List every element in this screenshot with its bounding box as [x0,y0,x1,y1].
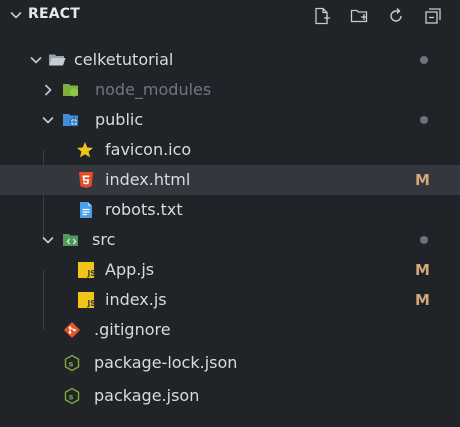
src-folder-icon [62,231,80,249]
tree-row-root-folder[interactable]: celketutorial [0,45,460,75]
public-folder-icon [62,111,80,129]
refresh-icon[interactable] [385,5,407,27]
svg-text:s: s [69,392,74,401]
collapse-all-icon[interactable] [422,5,444,27]
new-folder-icon[interactable] [348,5,370,27]
explorer-header[interactable]: REACT [0,0,460,30]
explorer-title: REACT [28,6,81,22]
folder-label: celketutorial [74,50,174,69]
tree-row-robots[interactable]: robots.txt [0,195,460,225]
file-label: App.js [105,260,155,279]
chevron-down-icon[interactable] [8,7,24,23]
chevron-down-icon [42,236,54,244]
text-file-icon [77,201,95,219]
tree-row-package-json[interactable]: s package.json [0,381,460,411]
file-label: favicon.ico [105,140,192,159]
node-folder-icon [62,81,80,99]
modified-badge: M [415,291,430,309]
star-icon [76,141,94,159]
new-file-icon[interactable] [311,5,333,27]
tree-row-gitignore[interactable]: .gitignore [0,315,460,345]
tree-row-favicon[interactable]: favicon.ico [0,135,460,165]
tree-row-package-lock[interactable]: s package-lock.json [0,348,460,378]
folder-label: src [92,230,116,249]
tree-row-app-js[interactable]: JS App.js M [0,255,460,285]
tree-row-src-folder[interactable]: src [0,225,460,255]
javascript-icon: JS [77,261,95,279]
tree-row-index-js[interactable]: JS index.js M [0,285,460,315]
nodejs-icon: s [63,387,81,405]
svg-text:s: s [69,359,74,368]
tree-row-public-folder[interactable]: public [0,105,460,135]
html5-icon [77,171,95,189]
file-label: package-lock.json [94,353,238,372]
svg-text:JS: JS [87,299,96,308]
folder-label: node_modules [95,80,212,99]
tree-row-node-modules[interactable]: node_modules [0,75,460,105]
chevron-down-icon [30,56,42,64]
tree-row-index-html[interactable]: index.html M [0,165,460,195]
modified-badge: M [415,261,430,279]
explorer-actions [311,5,444,27]
status-dot [420,236,428,244]
javascript-icon: JS [77,291,95,309]
nodejs-icon: s [63,354,81,372]
file-label: index.js [105,290,167,309]
folder-label: public [95,110,144,129]
svg-text:JS: JS [87,269,96,278]
status-dot [420,56,428,64]
file-label: index.html [105,170,191,189]
git-icon [63,321,81,339]
folder-icon [48,51,66,69]
modified-badge: M [415,171,430,189]
chevron-down-icon [42,116,54,124]
chevron-right-icon [44,84,52,96]
status-dot [420,116,428,124]
explorer-panel: REACT celketutorial node_modules public … [0,0,460,427]
file-label: package.json [94,386,200,405]
file-label: robots.txt [105,200,183,219]
file-label: .gitignore [94,320,171,339]
